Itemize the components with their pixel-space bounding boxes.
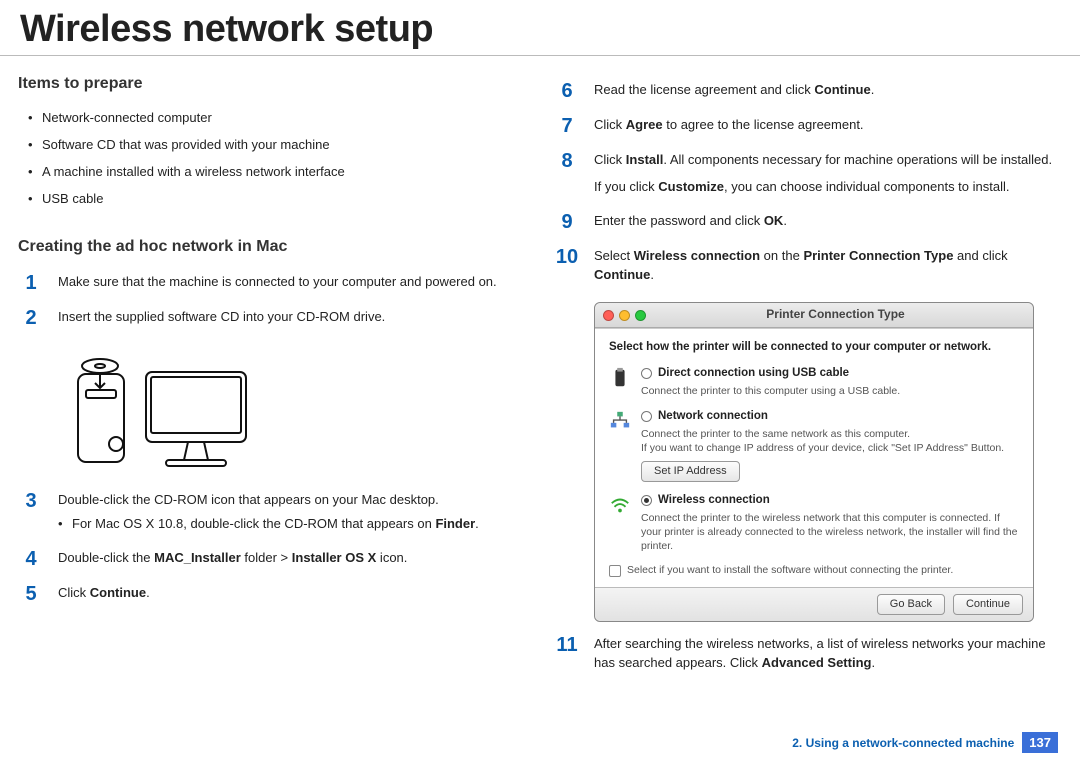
dialog-heading: Select how the printer will be connected…	[609, 339, 1019, 356]
step-7: 7 Click Agree to agree to the license ag…	[554, 111, 1062, 146]
go-back-button[interactable]: Go Back	[877, 594, 945, 616]
cd-insert-illustration	[58, 344, 526, 480]
step-text: Click Continue.	[58, 584, 526, 604]
radio-usb[interactable]	[641, 368, 652, 379]
step-text: Insert the supplied software CD into you…	[58, 308, 526, 328]
checkbox-label: Select if you want to install the softwa…	[627, 563, 953, 578]
step-text: Click Install. All components necessary …	[594, 151, 1062, 197]
step-4: 4 Double-click the MAC_Installer folder …	[18, 544, 526, 579]
step-text: Double-click the CD-ROM icon that appear…	[58, 491, 526, 510]
step-number: 2	[18, 308, 44, 328]
step-text: Click Agree to agree to the license agre…	[594, 116, 1062, 136]
usb-icon	[609, 367, 631, 389]
dialog-titlebar: Printer Connection Type	[595, 303, 1033, 327]
heading-create: Creating the ad hoc network in Mac	[18, 235, 526, 258]
step-6: 6 Read the license agreement and click C…	[554, 76, 1062, 111]
page-footer: 2. Using a network-connected machine 137	[792, 732, 1058, 753]
step-subtext: For Mac OS X 10.8, double-click the CD-R…	[58, 515, 526, 534]
continue-button[interactable]: Continue	[953, 594, 1023, 616]
step-9: 9 Enter the password and click OK.	[554, 207, 1062, 242]
step-text: Select Wireless connection on the Printe…	[594, 247, 1062, 285]
set-ip-button[interactable]: Set IP Address	[641, 461, 740, 482]
step-3: 3 Double-click the CD-ROM icon that appe…	[18, 486, 526, 545]
step-text: After searching the wireless networks, a…	[594, 635, 1062, 673]
step-2: 2 Insert the supplied software CD into y…	[18, 303, 526, 338]
printer-connection-dialog: Printer Connection Type Select how the p…	[594, 302, 1034, 622]
step-number: 3	[18, 491, 44, 535]
step-8: 8 Click Install. All components necessar…	[554, 146, 1062, 207]
step-number: 4	[18, 549, 44, 569]
option-desc: Connect the printer to the wireless netw…	[641, 511, 1019, 554]
option-network[interactable]: Network connection Connect the printer t…	[609, 408, 1019, 482]
step-number: 8	[554, 151, 580, 197]
no-printer-checkbox-row[interactable]: Select if you want to install the softwa…	[609, 563, 1019, 578]
page-title: Wireless network setup	[0, 0, 1080, 55]
option-desc: Connect the printer to this computer usi…	[641, 384, 900, 398]
horizontal-rule	[0, 55, 1080, 56]
step-number: 5	[18, 584, 44, 604]
step-number: 11	[554, 635, 580, 673]
list-item: Software CD that was provided with your …	[28, 132, 526, 159]
step-number: 7	[554, 116, 580, 136]
checkbox-icon[interactable]	[609, 565, 621, 577]
left-column: Items to prepare Network-connected compu…	[18, 68, 526, 683]
step-text: Double-click the MAC_Installer folder > …	[58, 549, 526, 569]
option-usb[interactable]: Direct connection using USB cable Connec…	[609, 365, 1019, 398]
list-item: USB cable	[28, 186, 526, 213]
network-icon	[609, 410, 631, 432]
page-number: 137	[1022, 732, 1058, 753]
list-item: Network-connected computer	[28, 105, 526, 132]
wifi-icon	[609, 494, 631, 516]
right-column: 6 Read the license agreement and click C…	[554, 68, 1062, 683]
heading-items: Items to prepare	[18, 72, 526, 95]
close-icon[interactable]	[603, 310, 614, 321]
step-5: 5 Click Continue.	[18, 579, 526, 614]
option-wireless[interactable]: Wireless connection Connect the printer …	[609, 492, 1019, 553]
minimize-icon[interactable]	[619, 310, 630, 321]
dialog-title: Printer Connection Type	[646, 306, 1025, 323]
step-number: 9	[554, 212, 580, 232]
step-text: Read the license agreement and click Con…	[594, 81, 1062, 101]
step-10: 10 Select Wireless connection on the Pri…	[554, 242, 1062, 295]
list-item: A machine installed with a wireless netw…	[28, 159, 526, 186]
step-text: Make sure that the machine is connected …	[58, 273, 526, 293]
step-11: 11 After searching the wireless networks…	[554, 630, 1062, 683]
step-number: 10	[554, 247, 580, 285]
chapter-label: 2. Using a network-connected machine	[792, 736, 1014, 750]
step-1: 1 Make sure that the machine is connecte…	[18, 268, 526, 303]
option-desc: Connect the printer to the same network …	[641, 427, 1004, 482]
zoom-icon[interactable]	[635, 310, 646, 321]
radio-wireless[interactable]	[641, 495, 652, 506]
radio-network[interactable]	[641, 411, 652, 422]
step-number: 1	[18, 273, 44, 293]
step-text: Enter the password and click OK.	[594, 212, 1062, 232]
window-controls[interactable]	[603, 310, 646, 321]
items-list: Network-connected computer Software CD t…	[18, 105, 526, 212]
step-number: 6	[554, 81, 580, 101]
